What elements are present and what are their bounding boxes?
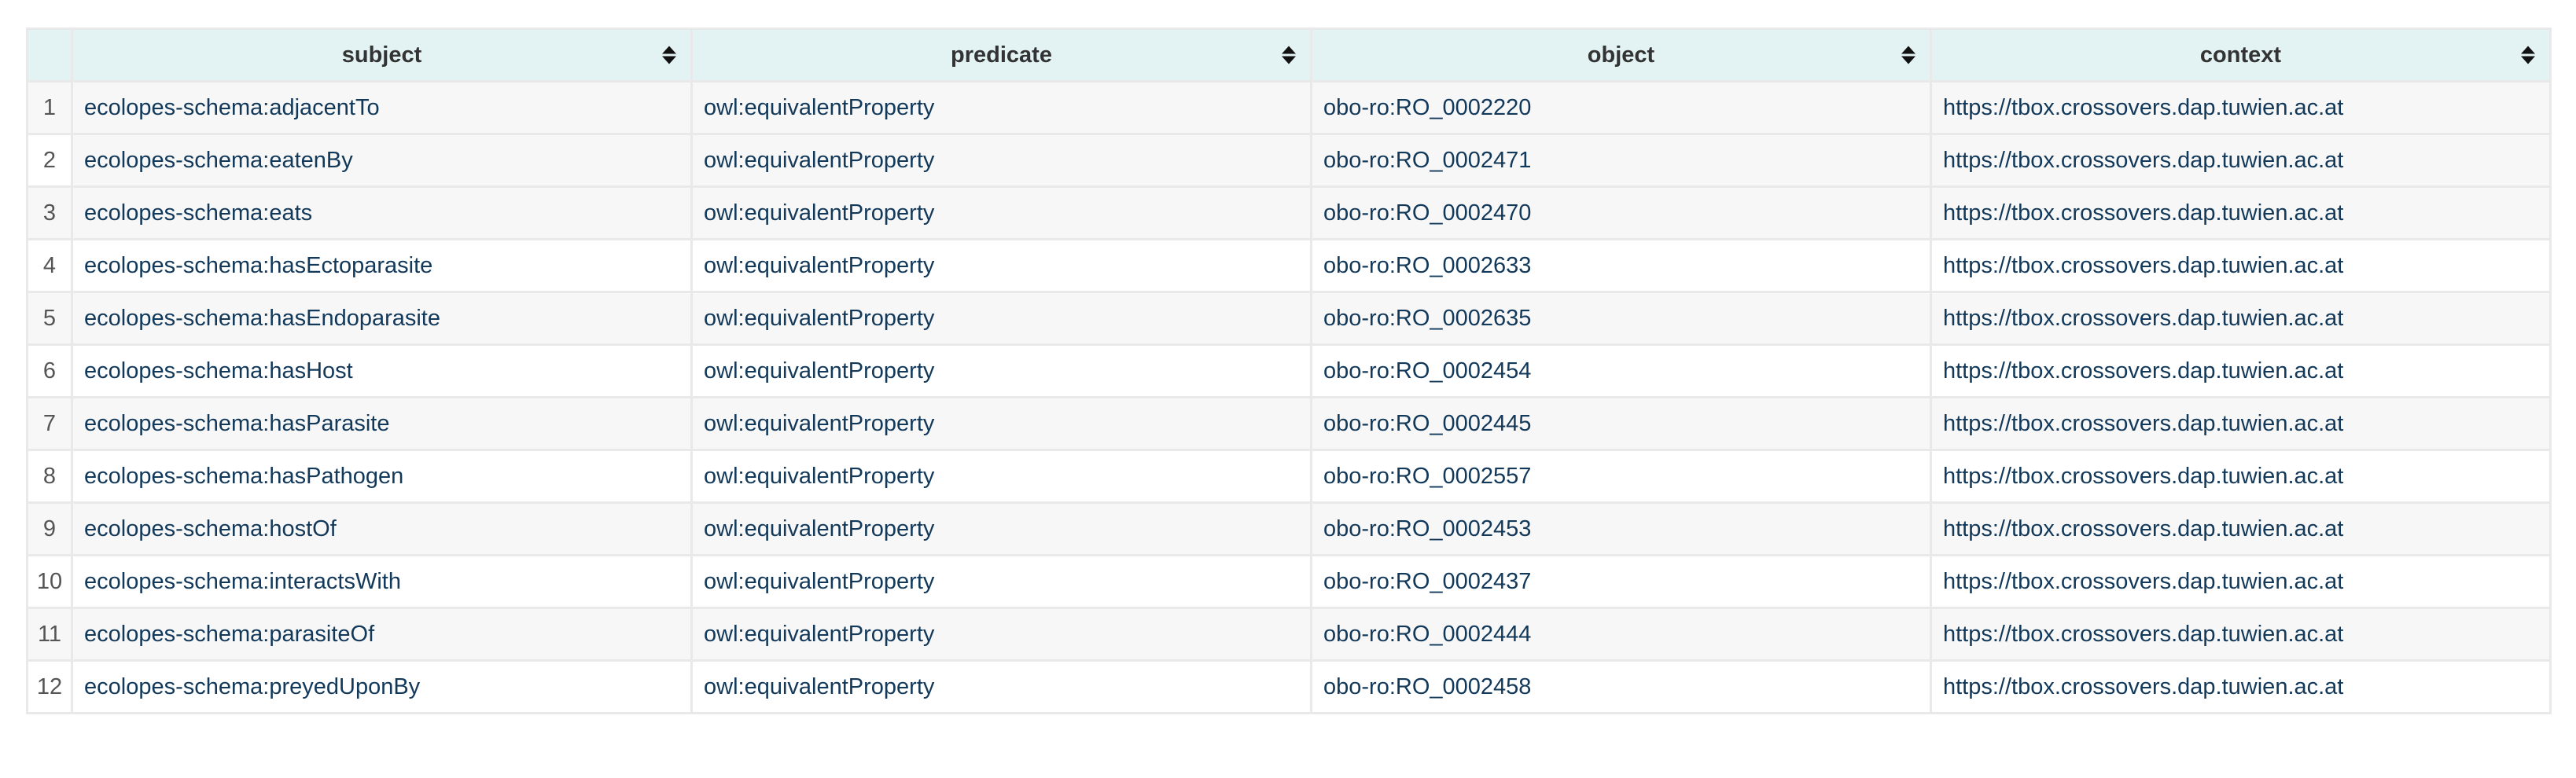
context-cell[interactable]: https://tbox.crossovers.dap.tuwien.ac.at: [1930, 80, 2552, 135]
row-number: 11: [26, 607, 73, 662]
table-row[interactable]: 11 ecolopes-schema:parasiteOf owl:equivale…: [26, 607, 2552, 662]
subject-cell[interactable]: ecolopes-schema:parasiteOf: [71, 607, 693, 662]
object-cell[interactable]: obo-ro:RO_0002444: [1310, 607, 1932, 662]
row-number: 7: [26, 396, 73, 451]
context-cell[interactable]: https://tbox.crossovers.dap.tuwien.ac.at: [1930, 659, 2552, 714]
predicate-cell[interactable]: owl:equivalentProperty: [690, 501, 1312, 556]
table-row[interactable]: 8 ecolopes-schema:hasPathogen owl:equivale…: [26, 449, 2552, 504]
row-number: 9: [26, 501, 73, 556]
context-cell[interactable]: https://tbox.crossovers.dap.tuwien.ac.at: [1930, 396, 2552, 451]
subject-cell[interactable]: ecolopes-schema:hasHost: [71, 343, 693, 398]
subject-cell[interactable]: ecolopes-schema:interactsWith: [71, 554, 693, 609]
context-cell[interactable]: https://tbox.crossovers.dap.tuwien.ac.at: [1930, 607, 2552, 662]
predicate-cell[interactable]: owl:equivalentProperty: [690, 185, 1312, 240]
context-cell[interactable]: https://tbox.crossovers.dap.tuwien.ac.at: [1930, 449, 2552, 504]
subject-cell[interactable]: ecolopes-schema:hasEctoparasite: [71, 238, 693, 293]
predicate-cell[interactable]: owl:equivalentProperty: [690, 659, 1312, 714]
table-row[interactable]: 12 ecolopes-schema:preyedUponBy owl:equiva…: [26, 659, 2552, 714]
table-row[interactable]: 2 ecolopes-schema:eatenBy owl:equivalentPr…: [26, 133, 2552, 188]
sort-icon[interactable]: [1282, 46, 1296, 64]
row-number: 1: [26, 80, 73, 135]
table-row[interactable]: 4 ecolopes-schema:hasEctoparasite owl:equi…: [26, 238, 2552, 293]
row-number: 3: [26, 185, 73, 240]
row-number: 8: [26, 449, 73, 504]
predicate-cell[interactable]: owl:equivalentProperty: [690, 343, 1312, 398]
context-cell[interactable]: https://tbox.crossovers.dap.tuwien.ac.at: [1930, 554, 2552, 609]
context-cell[interactable]: https://tbox.crossovers.dap.tuwien.ac.at: [1930, 501, 2552, 556]
subject-cell[interactable]: ecolopes-schema:adjacentTo: [71, 80, 693, 135]
context-cell[interactable]: https://tbox.crossovers.dap.tuwien.ac.at: [1930, 343, 2552, 398]
predicate-cell[interactable]: owl:equivalentProperty: [690, 291, 1312, 346]
context-cell[interactable]: https://tbox.crossovers.dap.tuwien.ac.at: [1930, 238, 2552, 293]
table-row[interactable]: 10 ecolopes-schema:interactsWith owl:equiv…: [26, 554, 2552, 609]
predicate-cell[interactable]: owl:equivalentProperty: [690, 133, 1312, 188]
table-row[interactable]: 7 ecolopes-schema:hasParasite owl:equivale…: [26, 396, 2552, 451]
header-predicate[interactable]: predicate: [690, 28, 1312, 83]
subject-cell[interactable]: ecolopes-schema:hostOf: [71, 501, 693, 556]
object-cell[interactable]: obo-ro:RO_0002458: [1310, 659, 1932, 714]
row-number: 4: [26, 238, 73, 293]
row-number: 12: [26, 659, 73, 714]
context-cell[interactable]: https://tbox.crossovers.dap.tuwien.ac.at: [1930, 185, 2552, 240]
object-cell[interactable]: obo-ro:RO_0002437: [1310, 554, 1932, 609]
subject-cell[interactable]: ecolopes-schema:eats: [71, 185, 693, 240]
object-cell[interactable]: obo-ro:RO_0002635: [1310, 291, 1932, 346]
object-cell[interactable]: obo-ro:RO_0002453: [1310, 501, 1932, 556]
table-row[interactable]: 9 ecolopes-schema:hostOf owl:equivalentPro…: [26, 501, 2552, 556]
predicate-cell[interactable]: owl:equivalentProperty: [690, 449, 1312, 504]
row-number: 2: [26, 133, 73, 188]
table-row[interactable]: 6 ecolopes-schema:hasHost owl:equivalentPr…: [26, 343, 2552, 398]
header-object[interactable]: object: [1310, 28, 1932, 83]
header-label: object: [1587, 42, 1655, 68]
sort-icon[interactable]: [662, 46, 676, 64]
sort-icon[interactable]: [1901, 46, 1915, 64]
subject-cell[interactable]: ecolopes-schema:hasParasite: [71, 396, 693, 451]
object-cell[interactable]: obo-ro:RO_0002633: [1310, 238, 1932, 293]
predicate-cell[interactable]: owl:equivalentProperty: [690, 396, 1312, 451]
object-cell[interactable]: obo-ro:RO_0002470: [1310, 185, 1932, 240]
predicate-cell[interactable]: owl:equivalentProperty: [690, 607, 1312, 662]
header-index: [26, 28, 73, 83]
context-cell[interactable]: https://tbox.crossovers.dap.tuwien.ac.at: [1930, 133, 2552, 188]
object-cell[interactable]: obo-ro:RO_0002557: [1310, 449, 1932, 504]
context-cell[interactable]: https://tbox.crossovers.dap.tuwien.ac.at: [1930, 291, 2552, 346]
row-number: 10: [26, 554, 73, 609]
predicate-cell[interactable]: owl:equivalentProperty: [690, 80, 1312, 135]
object-cell[interactable]: obo-ro:RO_0002454: [1310, 343, 1932, 398]
sort-icon[interactable]: [2521, 46, 2535, 64]
subject-cell[interactable]: ecolopes-schema:preyedUponBy: [71, 659, 693, 714]
header-row: subject predicate object context: [26, 28, 2552, 83]
row-number: 5: [26, 291, 73, 346]
object-cell[interactable]: obo-ro:RO_0002471: [1310, 133, 1932, 188]
subject-cell[interactable]: ecolopes-schema:hasEndoparasite: [71, 291, 693, 346]
subject-cell[interactable]: ecolopes-schema:eatenBy: [71, 133, 693, 188]
predicate-cell[interactable]: owl:equivalentProperty: [690, 554, 1312, 609]
object-cell[interactable]: obo-ro:RO_0002220: [1310, 80, 1932, 135]
header-label: predicate: [951, 42, 1052, 68]
row-number: 6: [26, 343, 73, 398]
header-label: context: [2199, 42, 2282, 68]
header-label: subject: [341, 42, 422, 68]
predicate-cell[interactable]: owl:equivalentProperty: [690, 238, 1312, 293]
object-cell[interactable]: obo-ro:RO_0002445: [1310, 396, 1932, 451]
header-context[interactable]: context: [1930, 28, 2552, 83]
header-subject[interactable]: subject: [71, 28, 693, 83]
results-table: subject predicate object context 1 ecolop…: [26, 28, 2552, 714]
table-row[interactable]: 3 ecolopes-schema:eats owl:equivalentPrope…: [26, 185, 2552, 240]
subject-cell[interactable]: ecolopes-schema:hasPathogen: [71, 449, 693, 504]
table-row[interactable]: 5 ecolopes-schema:hasEndoparasite owl:equi…: [26, 291, 2552, 346]
table-row[interactable]: 1 ecolopes-schema:adjacentTo owl:equivalen…: [26, 80, 2552, 135]
